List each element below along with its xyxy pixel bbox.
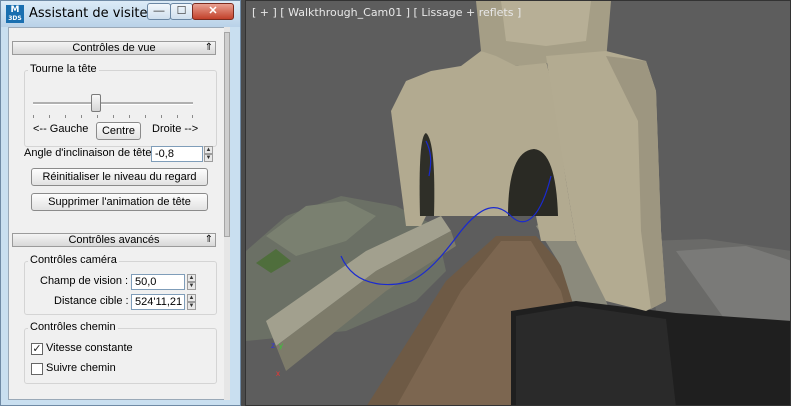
spin-up-icon[interactable]: ▲ [187,294,196,302]
fov-spinner[interactable]: ▲ ▼ [187,274,196,290]
tilt-angle-field[interactable]: -0,8 [151,146,203,162]
left-label: <-- Gauche [33,123,89,135]
path-controls-group-label: Contrôles chemin [28,321,118,333]
minimize-button[interactable]: — [147,3,171,20]
title-bar[interactable]: M 3DS Assistant de visite ... — ☐ ✕ [1,1,240,27]
target-distance-label: Distance cible : [54,295,129,307]
viewport-label[interactable]: [ + ] [ Walkthrough_Cam01 ] [ Lissage + … [252,6,521,19]
rollout-title: Contrôles avancés [68,234,160,246]
app-icon-letter: M [10,5,20,15]
delete-head-animation-button[interactable]: Supprimer l'animation de tête [31,193,208,211]
tilt-angle-spinner[interactable]: ▲ ▼ [204,146,213,162]
scrollbar-thumb[interactable] [224,32,230,237]
constant-speed-label[interactable]: Vitesse constante [46,342,133,354]
follow-path-label[interactable]: Suivre chemin [46,362,116,374]
window-title: Assistant de visite ... [29,6,165,21]
fov-label: Champ de vision : [40,275,129,287]
app-icon-caption: 3DS [8,15,22,22]
rollout-title: Contrôles de vue [72,42,156,54]
axis-gizmo-z: z [271,341,275,350]
spin-up-icon[interactable]: ▲ [204,146,213,154]
right-label: Droite --> [152,123,199,135]
follow-path-checkbox[interactable] [31,363,43,375]
head-turn-slider-track[interactable] [33,102,193,105]
rollout-header-view-controls[interactable]: Contrôles de vue ⇑ [12,41,216,55]
panel-scrollbar[interactable] [224,27,230,400]
target-distance-field[interactable]: 524'11,21 [131,294,185,310]
constant-speed-checkbox[interactable]: ✓ [31,343,43,355]
spin-down-icon[interactable]: ▼ [187,282,196,290]
spin-up-icon[interactable]: ▲ [187,274,196,282]
3dsmax-app-icon: M 3DS [6,5,24,23]
axis-gizmo-y: y [279,341,283,350]
fov-field[interactable]: 50,0 [131,274,185,290]
path-controls-group [24,328,217,384]
close-button[interactable]: ✕ [192,3,234,20]
target-distance-spinner[interactable]: ▲ ▼ [187,294,196,310]
center-button[interactable]: Centre [96,122,141,140]
collapse-icon: ⇑ [204,234,213,245]
tilt-angle-label: Angle d'inclinaison de tête [24,147,152,159]
head-turn-slider-thumb[interactable] [91,94,101,112]
spin-down-icon[interactable]: ▼ [187,302,196,310]
camera-controls-group-label: Contrôles caméra [28,254,119,266]
collapse-icon: ⇑ [204,42,213,53]
scene-render [246,1,790,405]
spin-down-icon[interactable]: ▼ [204,154,213,162]
head-turn-group-label: Tourne la tête [28,63,99,75]
rollout-header-advanced-controls[interactable]: Contrôles avancés ⇑ [12,233,216,247]
maximize-button[interactable]: ☐ [170,3,193,20]
camera-viewport[interactable]: [ + ] [ Walkthrough_Cam01 ] [ Lissage + … [245,0,791,406]
check-icon: ✓ [32,343,42,355]
axis-gizmo-x: x [276,369,280,378]
slider-ticks [33,115,193,119]
reset-gaze-button[interactable]: Réinitialiser le niveau du regard [31,168,208,186]
